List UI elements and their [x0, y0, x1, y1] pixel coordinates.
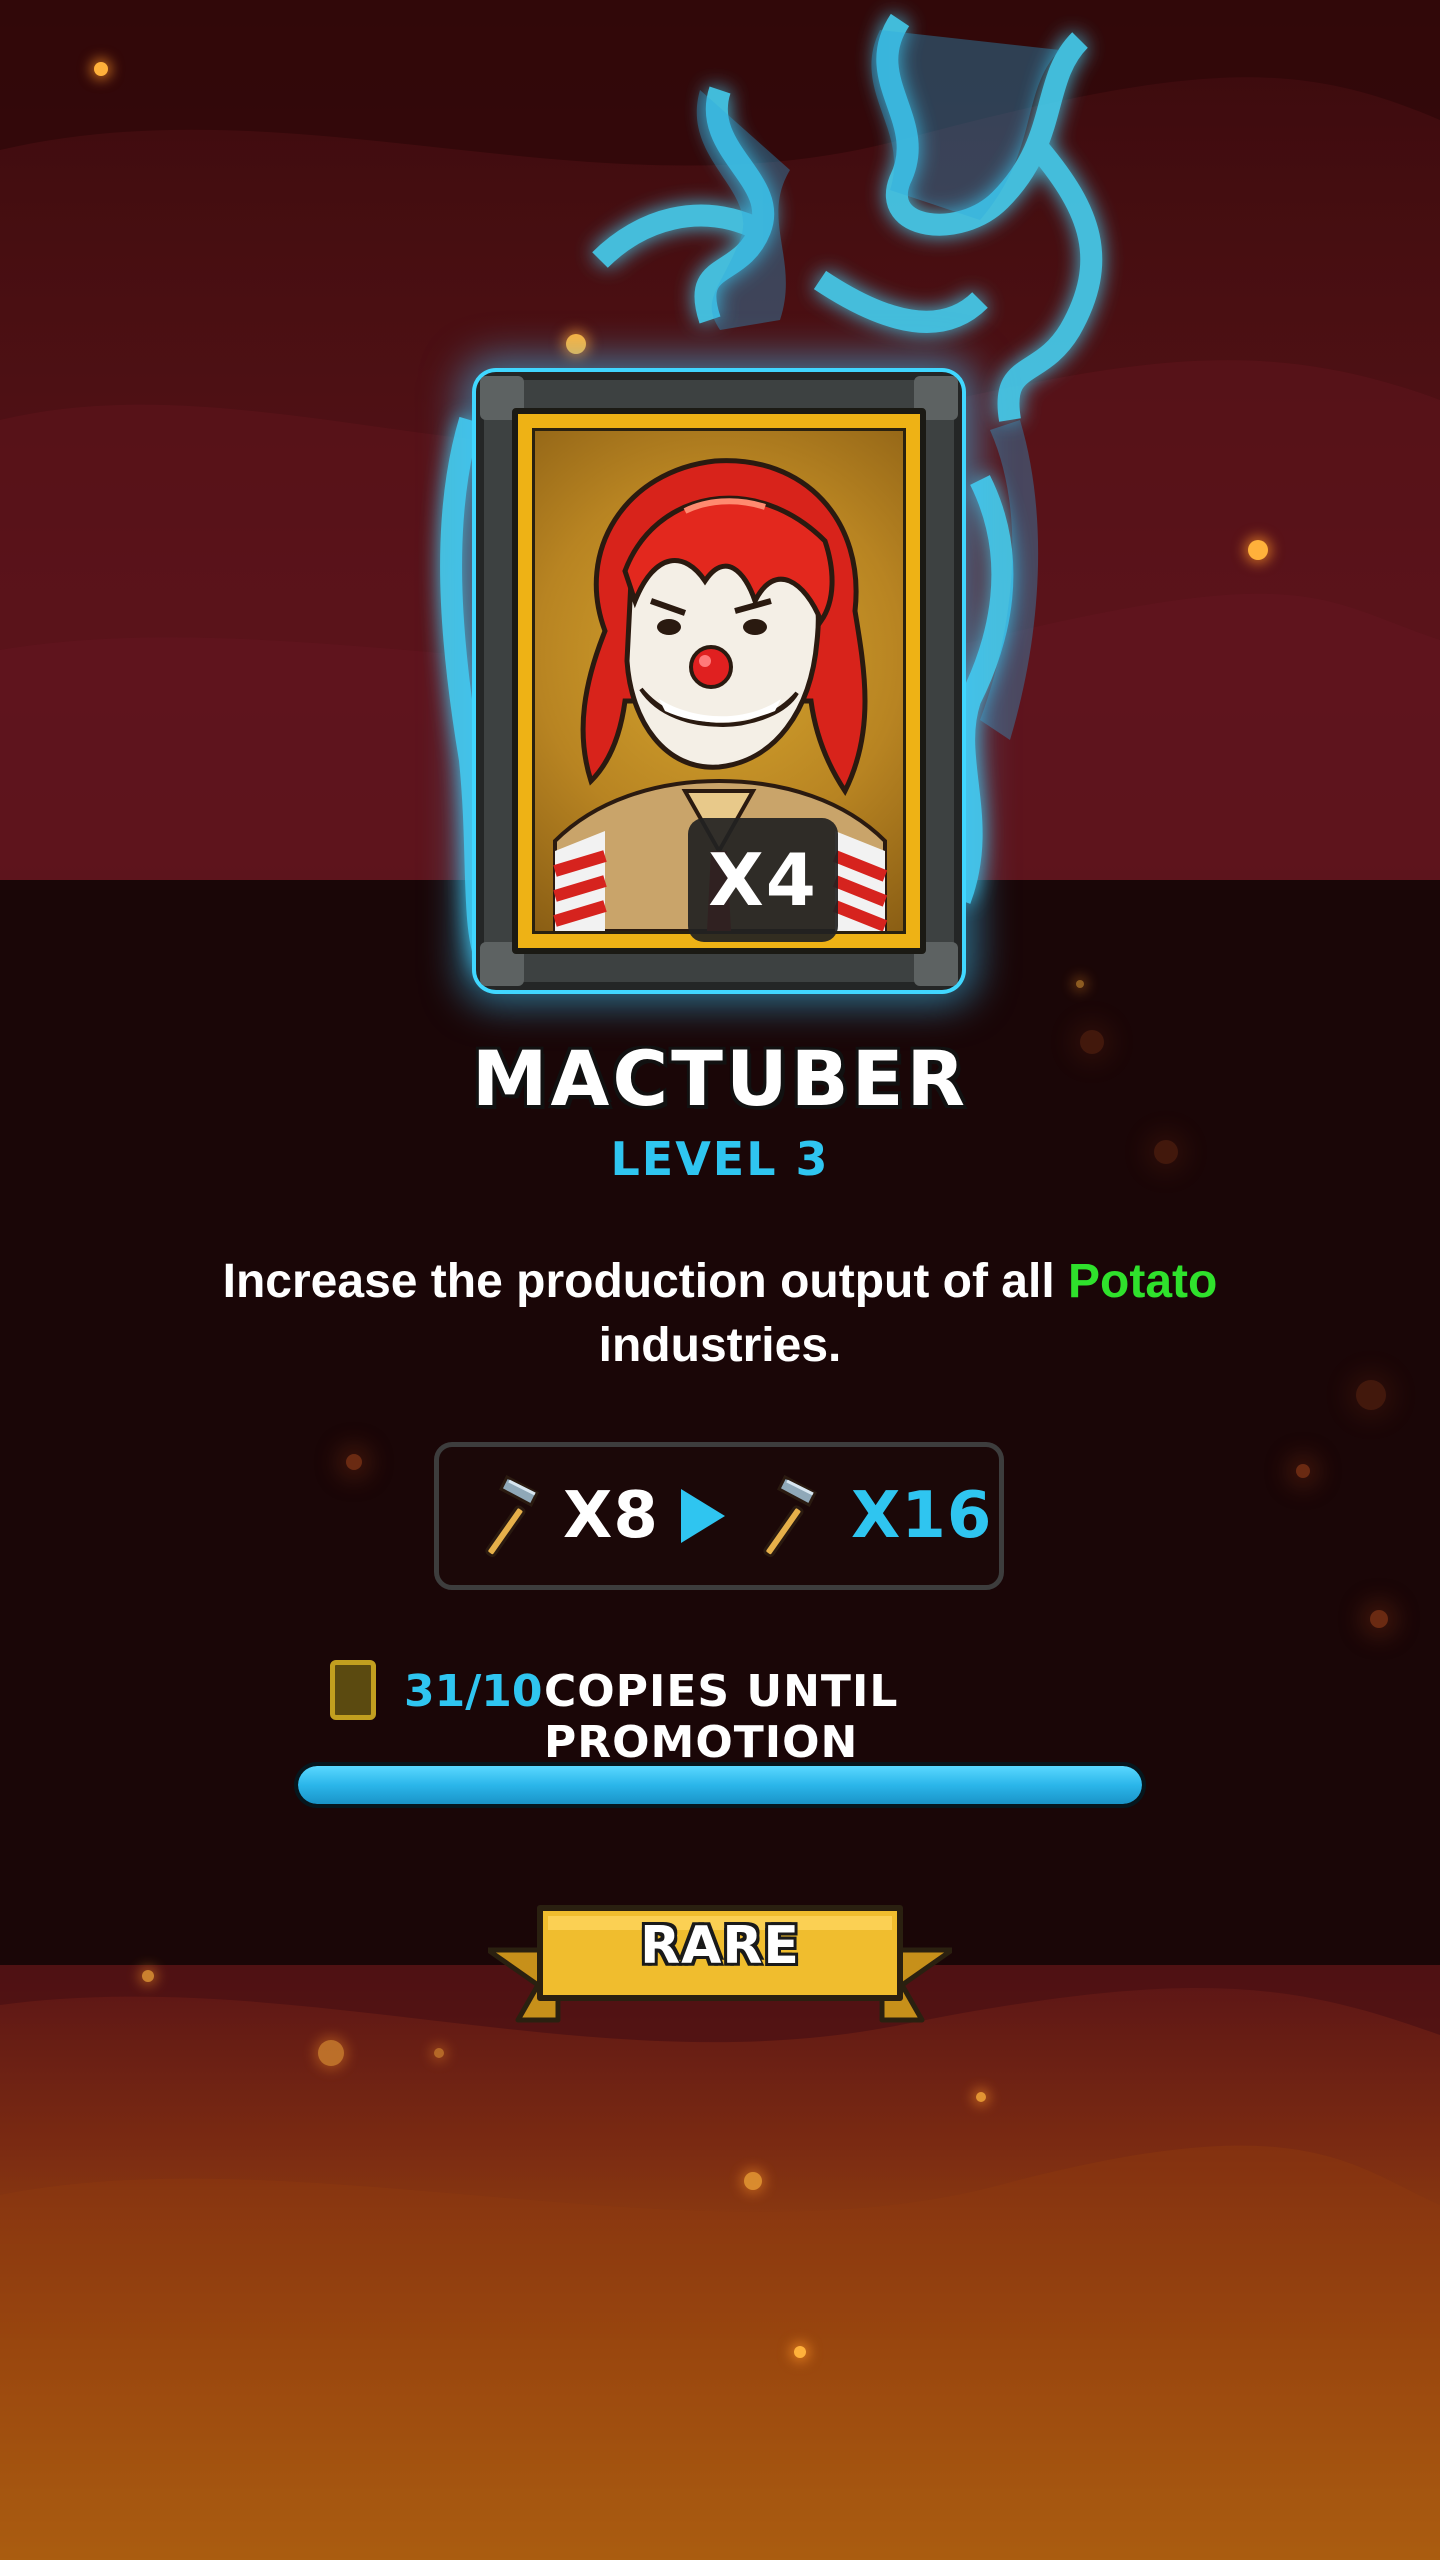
ember-particle	[434, 2048, 444, 2058]
boost-next-value: X16	[851, 1479, 993, 1553]
hammer-icon	[763, 1474, 817, 1558]
card-copy-icon	[330, 1660, 376, 1720]
copies-count: 31/10	[404, 1666, 543, 1717]
boost-current-value: X8	[563, 1479, 659, 1553]
card-detail-screen: X4 MACTUBER LEVEL 3 Increase the product…	[0, 0, 1440, 2560]
ember-particle	[1356, 1380, 1386, 1410]
ember-particle	[142, 1970, 154, 1982]
play-arrow-icon	[681, 1489, 725, 1543]
ember-particle	[1370, 1610, 1388, 1628]
ember-particle	[1296, 1464, 1310, 1478]
card-gold-frame: X4	[512, 408, 926, 954]
card-level: LEVEL 3	[610, 1132, 830, 1186]
card-title: MACTUBER	[471, 1034, 969, 1123]
boost-comparison-box: X8 X16	[434, 1442, 1004, 1590]
description-text: Increase the production output of all	[222, 1255, 1055, 1308]
boost-current: X8	[477, 1447, 659, 1585]
promotion-progress-fill	[298, 1766, 1142, 1804]
ember-particle	[794, 2346, 806, 2358]
copies-label: COPIES UNTIL PROMOTION	[544, 1666, 899, 1768]
description-text-end: industries.	[598, 1319, 842, 1372]
copies-row: 31/10 COPIES UNTIL PROMOTION	[330, 1656, 1130, 1768]
character-card[interactable]: X4	[476, 372, 962, 990]
boost-next: X16	[755, 1447, 992, 1585]
ember-particle	[976, 2092, 986, 2102]
ember-particle	[744, 2172, 762, 2190]
promotion-progress-bar	[294, 1762, 1146, 1808]
hammer-icon	[485, 1474, 539, 1558]
background-waves-bottom	[0, 1965, 1440, 2560]
card-count: X4	[708, 838, 818, 922]
ember-particle	[318, 2040, 344, 2066]
rarity-label: RARE	[640, 1916, 800, 1976]
description-highlight: Potato	[1068, 1255, 1218, 1308]
ember-particle	[346, 1454, 362, 1470]
card-count-badge: X4	[688, 818, 838, 942]
card-description: Increase the production output of all Po…	[150, 1250, 1290, 1378]
